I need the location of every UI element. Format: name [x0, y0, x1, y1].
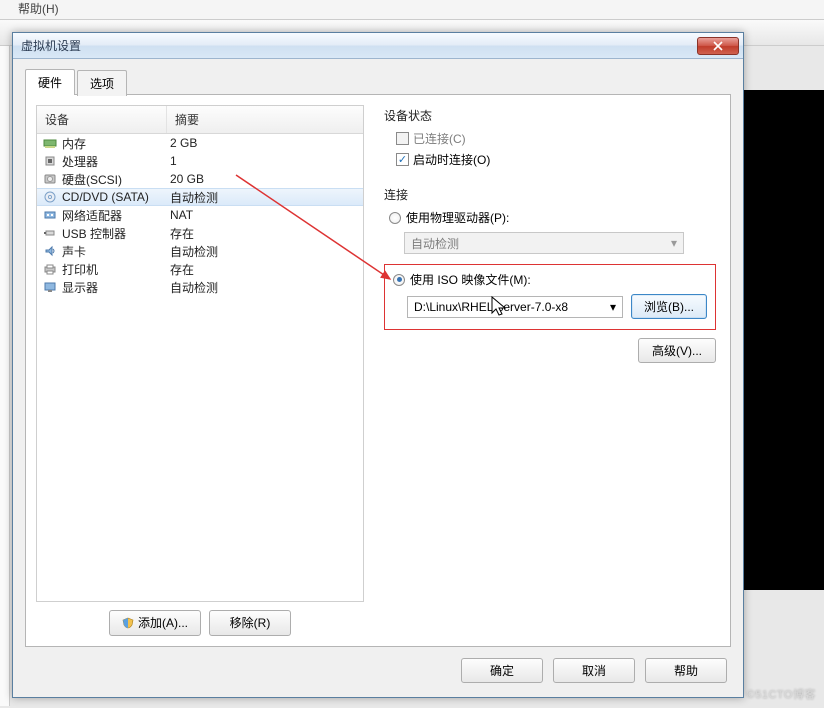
- iso-path-row: D:\Linux\RHEL-server-7.0-x8 ▾ 浏览(B)...: [407, 294, 707, 319]
- net-icon: [41, 207, 59, 223]
- watermark: ©51CTO博客: [747, 686, 816, 702]
- vm-settings-dialog: 虚拟机设置 硬件 选项 设备 摘要 内存2 GB处理器1硬盘(SCSI)20 G…: [12, 32, 744, 698]
- device-name: 内存: [62, 135, 170, 152]
- device-actions: 添加(A)... 移除(R): [36, 602, 364, 636]
- add-device-label: 添加(A)...: [138, 616, 188, 630]
- sound-icon: [41, 243, 59, 259]
- disk-icon: [41, 171, 59, 187]
- chevron-down-icon: ▾: [671, 236, 677, 250]
- device-summary: NAT: [170, 208, 359, 222]
- device-row[interactable]: 处理器1: [37, 152, 363, 170]
- device-row[interactable]: CD/DVD (SATA)自动检测: [37, 188, 363, 206]
- device-row[interactable]: 网络适配器NAT: [37, 206, 363, 224]
- cd-icon: [41, 189, 59, 205]
- iso-label: 使用 ISO 映像文件(M):: [410, 271, 531, 288]
- device-name: USB 控制器: [62, 225, 170, 242]
- physical-drive-select: 自动检测 ▾: [404, 232, 684, 254]
- device-summary: 自动检测: [170, 279, 359, 296]
- device-summary: 存在: [170, 261, 359, 278]
- device-name: 网络适配器: [62, 207, 170, 224]
- usb-icon: [41, 225, 59, 241]
- device-list[interactable]: 设备 摘要 内存2 GB处理器1硬盘(SCSI)20 GBCD/DVD (SAT…: [36, 105, 364, 602]
- tab-panel: 设备 摘要 内存2 GB处理器1硬盘(SCSI)20 GBCD/DVD (SAT…: [25, 94, 731, 647]
- cpu-icon: [41, 153, 59, 169]
- help-button[interactable]: 帮助: [645, 658, 727, 683]
- connection-title: 连接: [384, 186, 716, 203]
- memory-icon: [41, 135, 59, 151]
- vm-screen-area: [744, 90, 824, 590]
- radio-icon: [393, 274, 405, 286]
- device-name: 显示器: [62, 279, 170, 296]
- device-row[interactable]: 内存2 GB: [37, 134, 363, 152]
- advanced-button[interactable]: 高级(V)...: [638, 338, 716, 363]
- menu-help[interactable]: 帮助(H): [18, 2, 59, 16]
- device-status-title: 设备状态: [384, 107, 716, 124]
- device-row[interactable]: 声卡自动检测: [37, 242, 363, 260]
- device-summary: 20 GB: [170, 172, 359, 186]
- col-device: 设备: [37, 106, 167, 133]
- chevron-down-icon: ▾: [610, 300, 616, 314]
- device-list-header: 设备 摘要: [37, 106, 363, 134]
- iso-annotation-box: 使用 ISO 映像文件(M): D:\Linux\RHEL-server-7.0…: [384, 264, 716, 330]
- col-summary: 摘要: [167, 106, 363, 133]
- device-row[interactable]: 显示器自动检测: [37, 278, 363, 296]
- tabstrip: 硬件 选项: [25, 69, 731, 95]
- checkbox-icon: [396, 153, 409, 166]
- ok-button[interactable]: 确定: [461, 658, 543, 683]
- display-icon: [41, 279, 59, 295]
- titlebar: 虚拟机设置: [13, 33, 743, 59]
- checkbox-icon: [396, 132, 409, 145]
- physical-drive-value: 自动检测: [411, 235, 459, 252]
- close-button[interactable]: [697, 37, 739, 55]
- device-name: CD/DVD (SATA): [62, 190, 170, 204]
- advanced-row: 高级(V)...: [384, 338, 716, 363]
- device-pane: 设备 摘要 内存2 GB处理器1硬盘(SCSI)20 GBCD/DVD (SAT…: [26, 95, 374, 646]
- device-summary: 存在: [170, 225, 359, 242]
- device-name: 处理器: [62, 153, 170, 170]
- device-summary: 自动检测: [170, 189, 359, 206]
- dialog-body: 硬件 选项 设备 摘要 内存2 GB处理器1硬盘(SCSI)20 GBCD/DV…: [13, 59, 743, 697]
- shield-icon: [122, 617, 134, 632]
- device-row[interactable]: USB 控制器存在: [37, 224, 363, 242]
- device-list-body: 内存2 GB处理器1硬盘(SCSI)20 GBCD/DVD (SATA)自动检测…: [37, 134, 363, 296]
- connected-label: 已连接(C): [413, 130, 466, 147]
- physical-drive-radio-row[interactable]: 使用物理驱动器(P):: [389, 209, 716, 226]
- iso-path-combo[interactable]: D:\Linux\RHEL-server-7.0-x8 ▾: [407, 296, 623, 318]
- radio-icon: [389, 212, 401, 224]
- device-name: 声卡: [62, 243, 170, 260]
- app-menubar: 帮助(H): [0, 0, 824, 20]
- tab-options[interactable]: 选项: [77, 70, 127, 96]
- tab-hardware[interactable]: 硬件: [25, 69, 75, 95]
- connect-on-power-label: 启动时连接(O): [413, 151, 490, 168]
- device-summary: 2 GB: [170, 136, 359, 150]
- device-name: 硬盘(SCSI): [62, 171, 170, 188]
- app-sidebar: [0, 46, 10, 706]
- dialog-title: 虚拟机设置: [21, 37, 697, 54]
- cancel-button[interactable]: 取消: [553, 658, 635, 683]
- remove-device-button[interactable]: 移除(R): [209, 610, 291, 636]
- connected-checkbox-row[interactable]: 已连接(C): [396, 130, 716, 147]
- dialog-buttons: 确定 取消 帮助: [25, 648, 731, 689]
- device-summary: 1: [170, 154, 359, 168]
- iso-radio-row[interactable]: 使用 ISO 映像文件(M):: [393, 271, 707, 288]
- connect-on-power-row[interactable]: 启动时连接(O): [396, 151, 716, 168]
- iso-path-value: D:\Linux\RHEL-server-7.0-x8: [414, 300, 568, 314]
- device-summary: 自动检测: [170, 243, 359, 260]
- physical-drive-label: 使用物理驱动器(P):: [406, 209, 509, 226]
- device-row[interactable]: 打印机存在: [37, 260, 363, 278]
- browse-button[interactable]: 浏览(B)...: [631, 294, 707, 319]
- printer-icon: [41, 261, 59, 277]
- settings-pane: 设备状态 已连接(C) 启动时连接(O) 连接 使用物理驱动器(P):: [374, 95, 730, 646]
- add-device-button[interactable]: 添加(A)...: [109, 610, 201, 636]
- device-name: 打印机: [62, 261, 170, 278]
- device-row[interactable]: 硬盘(SCSI)20 GB: [37, 170, 363, 188]
